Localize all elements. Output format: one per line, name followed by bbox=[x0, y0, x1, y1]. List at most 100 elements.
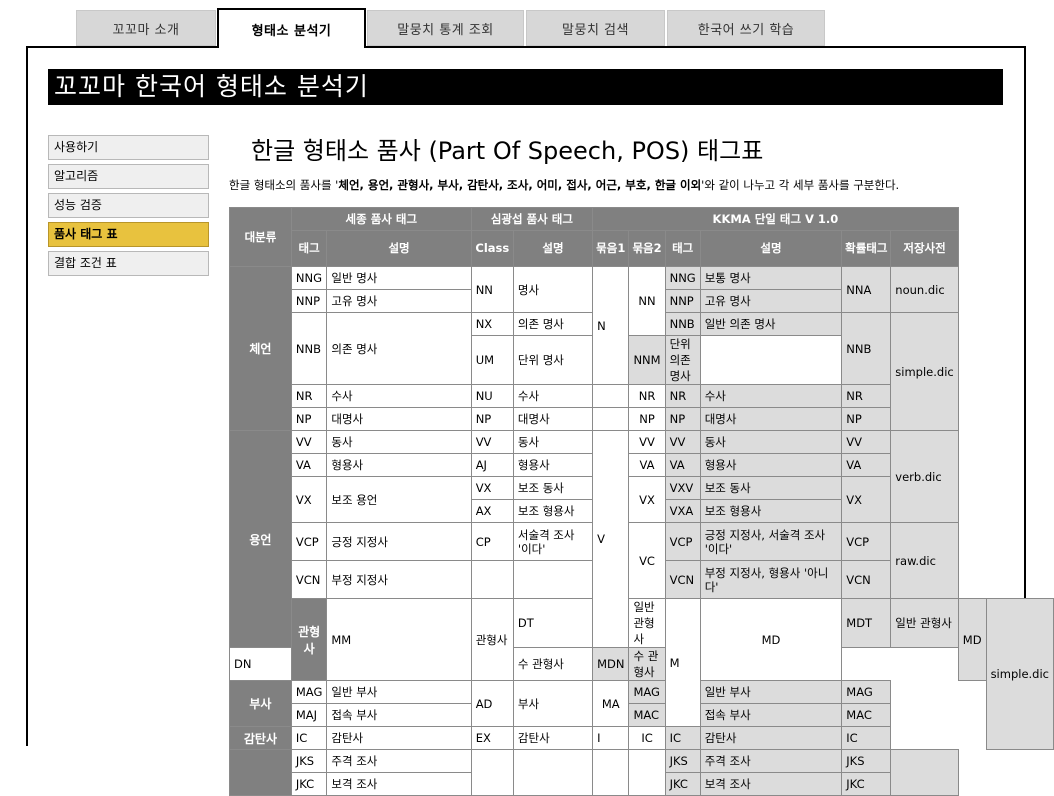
category-cell: 부사 bbox=[229, 680, 292, 727]
kkma-tag: NNP bbox=[664, 289, 701, 313]
dict-cell bbox=[890, 749, 959, 796]
kkma-tag: MAC bbox=[628, 703, 666, 727]
category-cell: 체언 bbox=[229, 266, 292, 431]
kkma-desc: 수사 bbox=[699, 384, 843, 408]
group2-cell bbox=[628, 749, 666, 796]
header-k-tag: 태그 bbox=[664, 230, 701, 267]
simkwang-class: NN bbox=[470, 266, 514, 313]
simkwang-class: AJ bbox=[470, 453, 514, 477]
table-row: VCP 긍정 지정사 CP 서술격 조사 '이다' VC VCP 긍정 지정사,… bbox=[230, 522, 1054, 599]
header-dict: 저장사전 bbox=[890, 230, 959, 267]
sejong-tag: NNG bbox=[290, 266, 328, 290]
sejong-tag: VA bbox=[290, 453, 328, 477]
table-row: 관형사 MM 관형사 DT 일반 관형사 M MD MDT 일반 관형사 MD … bbox=[230, 598, 1054, 750]
table-row: 부사 MAG 일반 부사 AD 부사 MA MAG 일반 부사 MAG bbox=[229, 680, 1054, 727]
tab-kkma-intro[interactable]: 꼬꼬마 소개 bbox=[76, 10, 216, 46]
group2-cell: NR bbox=[628, 384, 666, 408]
simkwang-desc: 보조 동사 bbox=[512, 476, 594, 500]
tab-corpus-stats[interactable]: 말뭉치 통계 조회 bbox=[367, 10, 524, 46]
sidebar-item-algorithm[interactable]: 알고리즘 bbox=[48, 164, 209, 189]
dict-cell: simple.dic bbox=[890, 312, 959, 431]
simkwang-desc: 의존 명사 bbox=[512, 312, 594, 336]
table-row: 감탄사 IC 감탄사 EX 감탄사 I IC IC 감탄사 IC bbox=[229, 726, 1054, 750]
dict-cell: raw.dic bbox=[890, 522, 959, 599]
group1-cell bbox=[592, 384, 630, 408]
tab-writing-study[interactable]: 한국어 쓰기 학습 bbox=[667, 10, 825, 46]
group2-cell: MA bbox=[592, 680, 630, 727]
header-sj-tag: 태그 bbox=[290, 230, 328, 267]
sidebar-item-combination[interactable]: 결합 조건 표 bbox=[48, 251, 209, 276]
simkwang-desc: 동사 bbox=[512, 430, 594, 454]
simkwang-class: CP bbox=[470, 522, 514, 561]
prob-tag: VA bbox=[841, 453, 892, 477]
kkma-desc: 수 관형사 bbox=[628, 647, 666, 681]
sejong-desc: 부정 지정사 bbox=[326, 560, 472, 599]
group2-cell: NN bbox=[628, 266, 666, 336]
kkma-tag: MDN bbox=[592, 647, 630, 681]
group2-cell: NP bbox=[628, 407, 666, 431]
simkwang-desc bbox=[512, 749, 594, 796]
page-title: 한글 형태소 품사 (Part Of Speech, POS) 태그표 bbox=[251, 137, 764, 165]
simkwang-class: UM bbox=[470, 335, 514, 385]
prob-tag: JKC bbox=[841, 772, 892, 796]
tab-morph-analyzer[interactable]: 형태소 분석기 bbox=[217, 8, 366, 48]
simkwang-desc: 단위 명사 bbox=[512, 335, 594, 385]
kkma-tag: VXA bbox=[664, 499, 701, 523]
simkwang-desc: 형용사 bbox=[512, 453, 594, 477]
kkma-desc: 주격 조사 bbox=[699, 749, 843, 773]
kkma-desc: 접속 부사 bbox=[699, 703, 843, 727]
dict-cell: verb.dic bbox=[890, 430, 959, 523]
prob-tag: VV bbox=[841, 430, 892, 454]
sidebar-item-pos-tags[interactable]: 품사 태그 표 bbox=[48, 222, 209, 247]
prob-tag: NNB bbox=[841, 312, 892, 385]
sejong-desc: 접속 부사 bbox=[326, 703, 472, 727]
kkma-tag: MAG bbox=[628, 680, 666, 704]
kkma-desc: 형용사 bbox=[699, 453, 843, 477]
group1-cell: I bbox=[592, 726, 630, 750]
group1-cell: V bbox=[592, 430, 630, 648]
sejong-tag: VCN bbox=[290, 560, 328, 599]
kkma-tag: JKS bbox=[664, 749, 701, 773]
sidebar-item-usage[interactable]: 사용하기 bbox=[48, 135, 209, 160]
simkwang-desc: 일반 관형사 bbox=[628, 598, 666, 648]
sejong-tag: VCP bbox=[290, 522, 328, 561]
sejong-desc: 긍정 지정사 bbox=[326, 522, 472, 561]
prob-tag: VCP bbox=[841, 522, 892, 561]
kkma-tag: NNM bbox=[628, 335, 666, 385]
kkma-tag: NNB bbox=[664, 312, 701, 336]
dict-cell: simple.dic bbox=[985, 598, 1054, 750]
simkwang-class: NU bbox=[470, 384, 514, 408]
sejong-desc: 고유 명사 bbox=[326, 289, 472, 313]
sejong-desc: 보격 조사 bbox=[326, 772, 472, 796]
kkma-tag: NR bbox=[664, 384, 701, 408]
sidebar-item-performance[interactable]: 성능 검증 bbox=[48, 193, 209, 218]
group2-cell: MD bbox=[699, 598, 843, 681]
prob-tag: MAG bbox=[841, 680, 892, 704]
sidebar: 사용하기 알고리즘 성능 검증 품사 태그 표 결합 조건 표 bbox=[48, 135, 209, 280]
sejong-tag: NP bbox=[290, 407, 328, 431]
kkma-desc: 일반 부사 bbox=[699, 680, 843, 704]
kkma-tag: NP bbox=[664, 407, 701, 431]
simkwang-class: VX bbox=[470, 476, 514, 500]
category-cell: 용언 bbox=[229, 430, 292, 648]
kkma-tag: VV bbox=[664, 430, 701, 454]
tab-corpus-search[interactable]: 말뭉치 검색 bbox=[526, 10, 665, 46]
group2-cell: VC bbox=[628, 522, 666, 599]
simkwang-class bbox=[470, 749, 514, 796]
simkwang-desc: 서술격 조사 '이다' bbox=[512, 522, 594, 561]
kkma-desc: 동사 bbox=[699, 430, 843, 454]
category-cell bbox=[229, 749, 292, 796]
sejong-tag: NNB bbox=[290, 312, 328, 385]
simkwang-desc: 부사 bbox=[512, 680, 594, 727]
kkma-desc: 부정 지정사, 형용사 '아니다' bbox=[699, 560, 843, 599]
kkma-tag: VCN bbox=[664, 560, 701, 599]
kkma-desc: 보조 형용사 bbox=[699, 499, 843, 523]
simkwang-class: NX bbox=[470, 312, 514, 336]
kkma-tag: IC bbox=[664, 726, 701, 750]
kkma-desc: 보조 동사 bbox=[699, 476, 843, 500]
sejong-tag: VX bbox=[290, 476, 328, 523]
header-simkwang: 심광섭 품사 태그 bbox=[470, 207, 594, 231]
prob-tag: IC bbox=[841, 726, 892, 750]
prob-tag: MD bbox=[957, 598, 987, 681]
simkwang-class bbox=[470, 560, 514, 599]
